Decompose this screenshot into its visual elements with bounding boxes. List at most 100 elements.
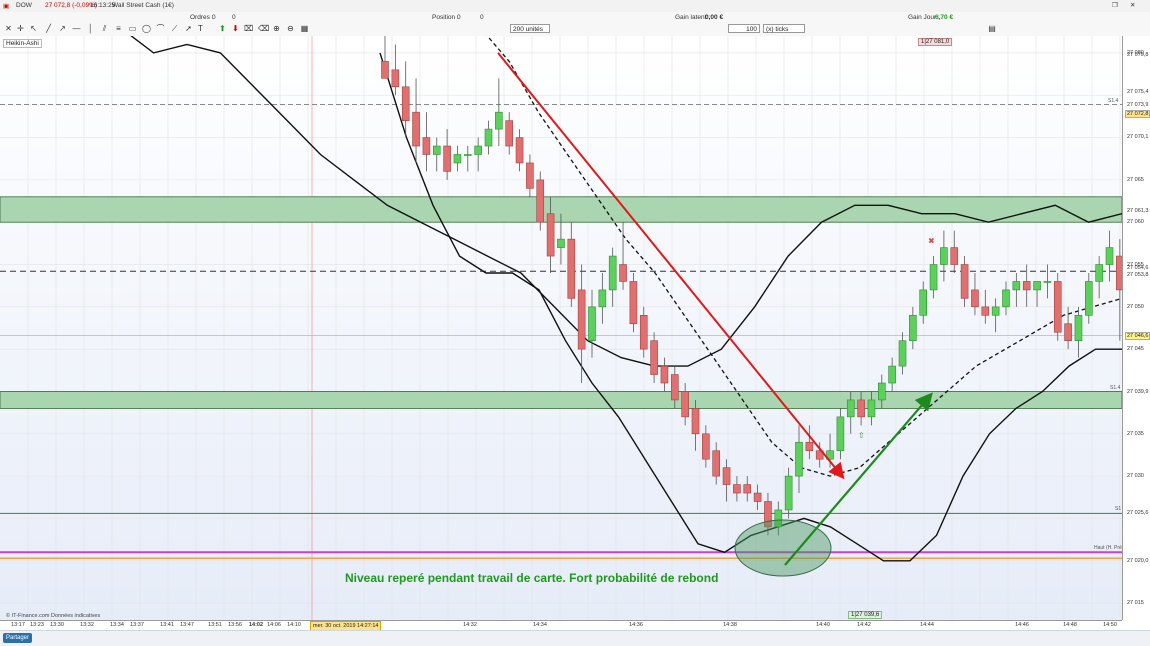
ticks-select[interactable]: (x) ticks [763, 24, 805, 33]
magnet-tool-icon[interactable]: ⌧ [244, 24, 253, 33]
time-tick-label: 14:06 [267, 622, 281, 628]
crosshair-tool-icon[interactable]: ✛ [16, 24, 25, 33]
candle [619, 264, 627, 282]
price-tick-label: 27 045 [1127, 346, 1144, 353]
ellipse-tool-icon[interactable]: ◯ [142, 24, 151, 33]
restore-icon[interactable]: ❐ [1112, 1, 1118, 9]
instrument-label: Wall Street Cash (1€) [112, 2, 174, 9]
candle [546, 213, 555, 257]
layout-tool-icon[interactable]: ▦ [300, 24, 309, 33]
candle [412, 111, 420, 147]
price-tick-label: 27 070,1 [1127, 133, 1149, 140]
candle [536, 179, 545, 223]
text-tool-icon[interactable]: T [196, 24, 205, 33]
candle [1033, 281, 1041, 291]
candle [898, 340, 907, 367]
bottom-bar: Partager [0, 630, 1150, 646]
zoom-out-tool-icon[interactable]: ⊖ [286, 24, 295, 33]
candle [857, 399, 865, 418]
chart-annotation: Niveau reperé pendant travail de carte. … [345, 571, 719, 585]
candle [629, 281, 638, 325]
chart-area[interactable]: ✖ ⇧ S1 S1.4 S1.4 Haut (H. Pré) [0, 36, 1150, 620]
channel-tool-icon[interactable]: ⫽ [100, 24, 109, 33]
eraser-tool-icon[interactable]: ⌫ [258, 24, 269, 33]
candle [1043, 281, 1052, 283]
arrow-up-tool-icon[interactable]: ⬆ [218, 24, 227, 33]
candle [888, 365, 896, 384]
data-provider-label: © IT-Finance.com Données indicatives [6, 613, 101, 619]
price-tick-label: 27 035 [1127, 430, 1144, 437]
candle [1085, 281, 1093, 316]
position-value: 0 [457, 14, 461, 21]
price-tick-label: 27 030 [1127, 473, 1144, 480]
candle [1064, 323, 1072, 341]
pointer-tool-icon[interactable]: ↖ [29, 24, 38, 33]
time-tick-label: 13:34 [110, 622, 124, 628]
arc-tool-icon[interactable]: ⌒ [156, 24, 165, 33]
candle [639, 315, 648, 350]
price-tick-label: 27 065 [1127, 176, 1144, 183]
candle [1074, 315, 1083, 341]
price-axis[interactable]: 27 08027 079,827 075,427 073,927 072,827… [1122, 36, 1150, 620]
indicator-label[interactable]: Heikin-Ashi [3, 39, 42, 48]
market-open-icon[interactable]: ▤ [984, 24, 1000, 33]
chart-canvas[interactable]: ✖⇧ [0, 36, 1122, 620]
cursor-tool-icon[interactable]: ✕ [4, 24, 13, 33]
time-tick-label: 14:46 [1015, 622, 1029, 628]
share-button[interactable]: Partager [3, 633, 33, 643]
candle [753, 492, 762, 502]
candle [805, 441, 814, 452]
candle [598, 289, 607, 308]
time-tick-label: 14:40 [816, 622, 830, 628]
units-select[interactable]: 200 unités [510, 24, 550, 33]
candle [877, 382, 886, 401]
candle [463, 154, 472, 156]
time-tick-label: 13:47 [180, 622, 194, 628]
candle [453, 154, 462, 164]
rect-tool-icon[interactable]: ▭ [128, 24, 137, 33]
candle [670, 374, 679, 401]
fibo-tool-icon[interactable]: ≡ [114, 24, 123, 33]
zoom-in-tool-icon[interactable]: ⊕ [272, 24, 281, 33]
line-tool-icon[interactable]: ╱ [44, 24, 53, 33]
candle [1105, 247, 1114, 265]
sell-marker-icon: ✖ [928, 236, 935, 245]
vline-tool-icon[interactable]: │ [86, 24, 95, 33]
candle [1002, 289, 1010, 308]
price-tick-label: 27 061,3 [1127, 208, 1149, 215]
time-tick-label: 13:37 [130, 622, 144, 628]
toolbar: Ordres : 0 0 Position : 0 0 Gain latent … [0, 12, 1150, 37]
candle [909, 315, 917, 341]
hline-tool-icon[interactable]: ― [72, 24, 81, 33]
candle [981, 306, 990, 316]
candle [784, 475, 793, 511]
arrow-tool-icon[interactable]: ➚ [184, 24, 193, 33]
candle [1095, 264, 1103, 282]
time-tick-label: 13:23 [30, 622, 44, 628]
bottom-price-badge: 1|27 039,6 [848, 611, 883, 619]
candle [722, 467, 731, 485]
candle [795, 441, 803, 477]
candle [733, 484, 741, 494]
time-tick-label: 13:30 [50, 622, 64, 628]
time-tick-label: 14:48 [1063, 622, 1077, 628]
close-icon[interactable]: ✕ [1130, 1, 1135, 9]
time-tick-label: 14:50 [1103, 622, 1117, 628]
candle [650, 340, 658, 375]
app-icon: ▣ [3, 3, 10, 10]
candle [681, 391, 689, 418]
candle [1022, 281, 1031, 291]
level-label: S1.4 [1108, 97, 1119, 104]
position-label: Position : [432, 14, 459, 21]
ticks-input[interactable]: 100 [728, 24, 760, 33]
arrow-down-tool-icon[interactable]: ⬇ [231, 24, 240, 33]
candle [557, 238, 565, 248]
price-tick-label: 27 054,6 [1127, 264, 1149, 271]
ray-tool-icon[interactable]: ↗ [58, 24, 67, 33]
candle [567, 238, 576, 299]
gann-tool-icon[interactable]: ⟋ [170, 24, 179, 33]
top-price-badge: 1|27 081,0 [918, 38, 953, 46]
support-zone-2 [0, 391, 1122, 409]
candle [940, 247, 948, 265]
candle [1053, 281, 1062, 333]
